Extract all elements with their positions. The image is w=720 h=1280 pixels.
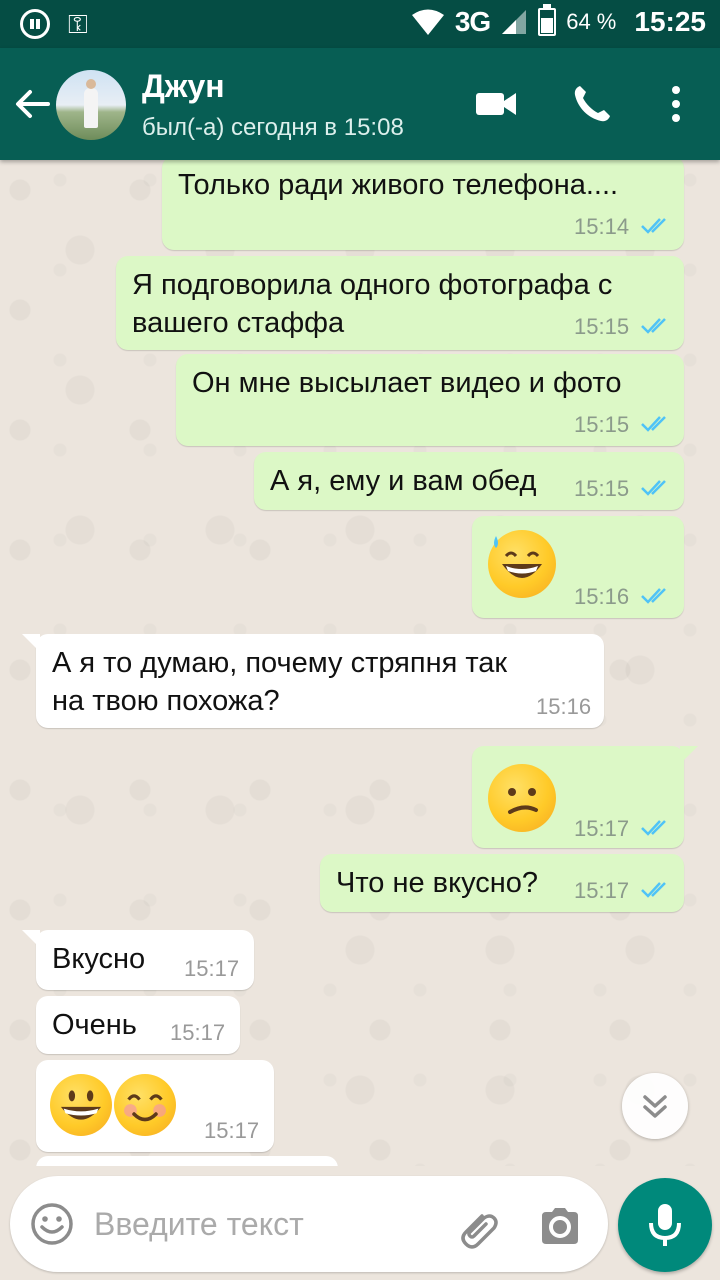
chevron-double-down-icon: [643, 1095, 667, 1118]
status-bar: ⚿ 3G 64 % 15:25: [0, 0, 720, 48]
more-vert-icon[interactable]: [654, 82, 698, 126]
smiling-eyes-emoji: [114, 1074, 176, 1136]
message-time: 15:17: [170, 1020, 226, 1045]
message-outgoing-emoji[interactable]: 15:16: [472, 516, 684, 618]
read-ticks-icon: [641, 480, 666, 496]
message-text: Вкусно: [52, 943, 146, 975]
key-icon: ⚿: [68, 9, 88, 39]
status-left: ⚿: [20, 9, 88, 39]
message-time: 15:15: [574, 412, 630, 437]
signal-icon: [502, 10, 527, 34]
attach-icon[interactable]: [452, 1202, 500, 1250]
message-outgoing[interactable]: Он мне высылает видео и фото 15:15: [176, 354, 684, 446]
emoji-icon[interactable]: [30, 1202, 74, 1246]
read-ticks-icon: [641, 882, 666, 898]
last-seen: был(-а) сегодня в 15:08: [142, 114, 404, 141]
read-ticks-icon: [641, 416, 666, 432]
message-outgoing[interactable]: Что не вкусно? 15:17: [320, 854, 684, 912]
status-right: 3G 64 % 15:25: [411, 4, 706, 38]
avatar[interactable]: [56, 70, 126, 140]
battery-percent: 64 %: [566, 9, 617, 34]
message-incoming[interactable]: А я то думаю, почему стряпня так на твою…: [36, 634, 604, 728]
composer: [10, 1176, 608, 1272]
message-text-block: Я подговорила одного фотографа с вашего …: [132, 266, 612, 342]
phone-icon[interactable]: [570, 82, 614, 126]
network-type: 3G: [454, 6, 491, 37]
message-time: 15:14: [574, 214, 630, 239]
message-text: А я, ему и вам обед: [270, 465, 537, 497]
message-text-line: на твою похожа?: [52, 685, 280, 717]
read-ticks-icon: [641, 588, 666, 604]
video-call-icon[interactable]: [474, 82, 518, 126]
read-ticks-icon: [641, 318, 666, 334]
wifi-icon: [411, 9, 444, 35]
mic-button[interactable]: [618, 1178, 712, 1272]
message-text-line: А я то думаю, почему стряпня так: [52, 647, 508, 679]
grinning-sweat-emoji: [488, 530, 556, 598]
bubble-tail: [680, 746, 698, 764]
scroll-to-bottom-button[interactable]: [622, 1073, 688, 1139]
message-time: 15:17: [574, 816, 630, 841]
back-arrow-icon[interactable]: [12, 84, 52, 124]
read-ticks-icon: [641, 218, 666, 234]
message-list[interactable]: Только ради живого телефона.... 15:14 Я …: [0, 160, 720, 1166]
message-text: Он мне высылает видео и фото: [192, 367, 622, 399]
message-incoming[interactable]: Очень 15:17: [36, 996, 240, 1054]
message-outgoing[interactable]: А я, ему и вам обед 15:15: [254, 452, 684, 510]
message-time: 15:17: [574, 878, 630, 903]
message-time: 15:15: [574, 314, 630, 339]
message-text: Что не вкусно?: [336, 867, 539, 899]
message-outgoing-emoji[interactable]: 15:17: [472, 746, 684, 848]
message-time: 15:15: [574, 476, 630, 501]
message-text-block: А я то думаю, почему стряпня так на твою…: [52, 644, 507, 720]
message-incoming[interactable]: Вкусно 15:17: [36, 930, 254, 990]
message-time: 15:17: [184, 956, 240, 981]
message-text: Только ради живого телефона....: [178, 169, 619, 201]
pause-icon: [20, 9, 50, 39]
confused-face-emoji: [488, 764, 556, 832]
camera-icon[interactable]: [538, 1204, 582, 1248]
bubble-tail: [22, 930, 40, 948]
message-input[interactable]: [94, 1198, 434, 1250]
clock: 15:25: [634, 6, 706, 37]
battery-icon: [538, 4, 557, 36]
message-time: 15:17: [204, 1118, 260, 1143]
grinning-emoji: [50, 1074, 112, 1136]
message-time: 15:16: [574, 584, 630, 609]
chat-header: Джун был(-а) сегодня в 15:08: [0, 48, 720, 160]
message-text-line: Я подговорила одного фотографа с: [132, 269, 613, 301]
bubble-tail: [22, 634, 40, 652]
mic-icon: [649, 1204, 681, 1246]
message-time: 15:16: [536, 694, 592, 719]
read-ticks-icon: [641, 820, 666, 836]
message-outgoing[interactable]: Только ради живого телефона.... 15:14: [162, 160, 684, 250]
message-incoming-emoji[interactable]: 15:17: [36, 1060, 274, 1152]
message-text: Очень: [52, 1009, 137, 1041]
message-text-line: вашего стаффа: [132, 307, 345, 339]
message-incoming-partial[interactable]: [36, 1156, 338, 1166]
message-outgoing[interactable]: Я подговорила одного фотографа с вашего …: [116, 256, 684, 350]
contact-name[interactable]: Джун: [142, 68, 225, 105]
